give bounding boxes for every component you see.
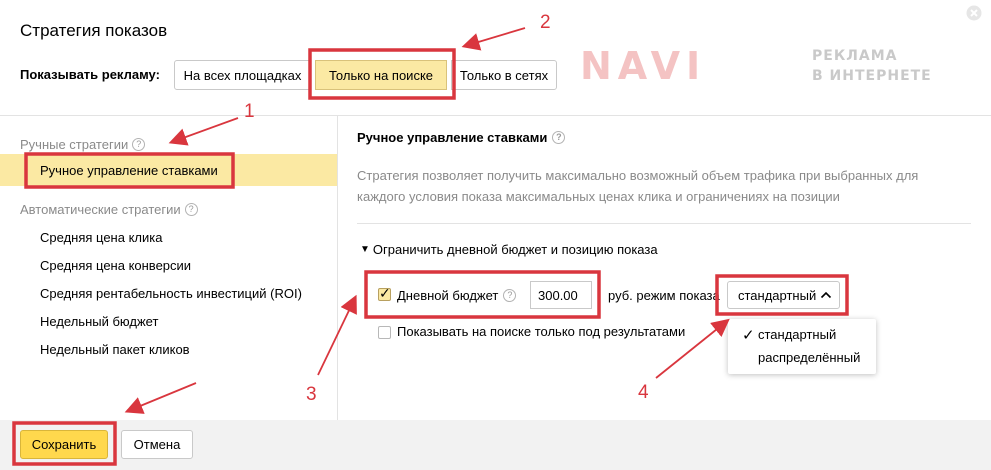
display-mode-select[interactable]: стандартный (727, 281, 840, 309)
strategy-title: Ручное управление ставками ? (357, 130, 566, 145)
main-divider (357, 223, 971, 224)
below-results-label: Показывать на поиске только под результа… (397, 324, 686, 339)
triangle-down-icon: ▼ (360, 244, 370, 255)
sidebar-group-auto-label: Автоматические стратегии (20, 202, 181, 217)
sidebar-divider (337, 116, 338, 420)
save-button[interactable]: Сохранить (20, 430, 108, 459)
sidebar-group-manual: Ручные стратегии ? (20, 137, 146, 152)
display-mode-dropdown: ✓ стандартный распределённый (728, 319, 876, 374)
sidebar-item-weekly-budget[interactable]: Недельный бюджет (40, 314, 158, 329)
option-distributed[interactable]: распределённый (758, 350, 860, 365)
limit-budget-toggle-label: Ограничить дневной бюджет и позицию пока… (372, 242, 658, 257)
annotation-number-2: 2 (540, 12, 551, 33)
daily-budget-checkbox[interactable] (378, 285, 391, 302)
dialog-title: Стратегия показов (20, 21, 168, 40)
cancel-button[interactable]: Отмена (121, 430, 193, 459)
daily-budget-label: Дневной бюджет ? (397, 288, 517, 303)
strategy-title-text: Ручное управление ставками (357, 130, 548, 145)
sidebar-item-manual-bidding-label[interactable]: Ручное управление ставками (40, 163, 218, 178)
chevron-up-icon (821, 291, 832, 299)
show-ads-label: Показывать рекламу: (20, 67, 160, 82)
checkmark-icon: ✓ (742, 327, 755, 344)
daily-budget-input[interactable] (530, 281, 592, 309)
annotation-number-1: 1 (244, 101, 255, 122)
tab-all-sites[interactable]: На всех площадках (174, 60, 311, 90)
sidebar-item-weekly-clicks[interactable]: Недельный пакет кликов (40, 342, 190, 357)
tab-search-only[interactable]: Только на поиске (315, 60, 447, 90)
limit-budget-toggle[interactable]: ▼ Ограничить дневной бюджет и позицию по… (360, 242, 658, 258)
sidebar-group-manual-label: Ручные стратегии (20, 137, 129, 152)
sidebar-item-avg-roi[interactable]: Средняя рентабельность инвестиций (ROI) (40, 286, 302, 301)
sidebar-item-avg-cpa[interactable]: Средняя цена конверсии (40, 258, 191, 273)
close-icon[interactable] (966, 5, 982, 21)
tab-networks-only[interactable]: Только в сетях (451, 60, 557, 90)
annotation-number-3: 3 (306, 384, 317, 405)
option-standard[interactable]: стандартный (758, 327, 836, 342)
currency-mode-label: руб. режим показа (608, 288, 720, 303)
watermark-line1: РЕКЛАМА (812, 48, 898, 64)
sidebar-item-avg-cpc[interactable]: Средняя цена клика (40, 230, 162, 245)
sidebar-group-auto: Автоматические стратегии ? (20, 202, 198, 217)
question-icon[interactable]: ? (503, 289, 517, 302)
daily-budget-label-text: Дневной бюджет (397, 288, 499, 303)
navi-watermark-logo: NAVI РЕКЛАМА В ИНТЕРНЕТЕ (580, 44, 940, 88)
display-mode-value: стандартный (738, 287, 817, 303)
strategy-dialog: Стратегия показов Показывать рекламу: На… (0, 0, 991, 470)
strategy-description: Стратегия позволяет получить максимально… (357, 168, 919, 204)
annotation-number-4: 4 (638, 382, 649, 403)
header-divider (0, 115, 991, 116)
question-icon[interactable]: ? (132, 138, 146, 151)
below-results-checkbox[interactable] (378, 326, 391, 339)
question-icon[interactable]: ? (184, 203, 198, 216)
watermark-brand: NAVI (580, 44, 707, 88)
watermark-line2: В ИНТЕРНЕТЕ (812, 68, 932, 84)
question-icon[interactable]: ? (552, 131, 566, 144)
